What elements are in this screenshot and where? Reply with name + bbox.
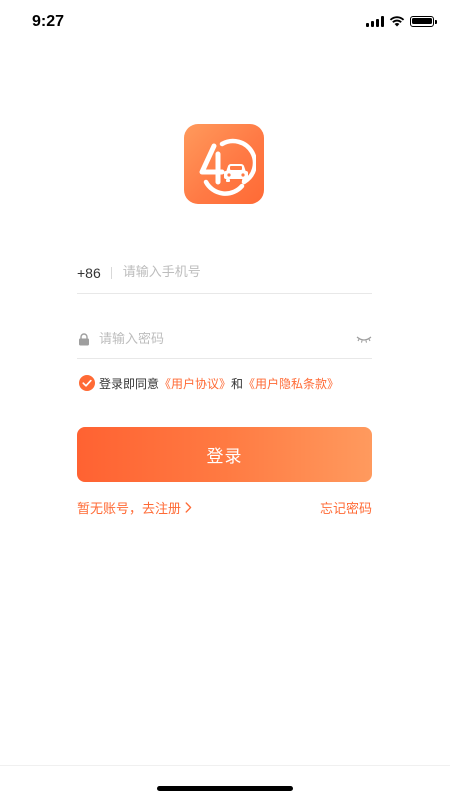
logo-icon [199,138,256,196]
chevron-right-icon [185,502,192,513]
country-code[interactable]: +86 [77,265,101,281]
eye-closed-icon[interactable] [356,334,372,344]
login-button[interactable]: 登录 [77,427,372,482]
register-link-label: 暂无账号，去注册 [77,502,182,517]
check-circle-icon[interactable] [79,375,95,391]
field-divider [110,266,112,279]
bottom-divider [0,765,450,766]
agreement-and: 和 [231,376,244,391]
phone-input[interactable] [122,265,372,280]
forgot-password-link[interactable]: 忘记密码 [320,498,372,517]
password-input[interactable] [99,331,350,347]
status-icons [366,15,437,27]
login-screen: 9:27 +86 请输入手机号 登录即同意 《用户协议》 和 《用户隐私条款》 … [0,0,450,800]
agreement-row: 登录即同意 《用户协议》 和 《用户隐私条款》 [79,374,339,392]
status-bar: 9:27 [0,0,450,44]
status-time: 9:27 [32,13,65,30]
phone-field: +86 [77,252,372,294]
agreement-prefix: 登录即同意 [99,376,160,391]
lock-icon [77,332,91,346]
password-field [77,320,372,359]
wifi-icon [389,16,405,27]
register-link[interactable]: 暂无账号，去注册 [77,498,192,517]
app-logo [184,124,264,204]
battery-icon [410,15,437,27]
signal-icon [366,15,384,27]
home-indicator[interactable] [157,786,293,791]
privacy-policy-link[interactable]: 《用户隐私条款》 [243,375,339,392]
user-agreement-link[interactable]: 《用户协议》 [159,375,231,392]
